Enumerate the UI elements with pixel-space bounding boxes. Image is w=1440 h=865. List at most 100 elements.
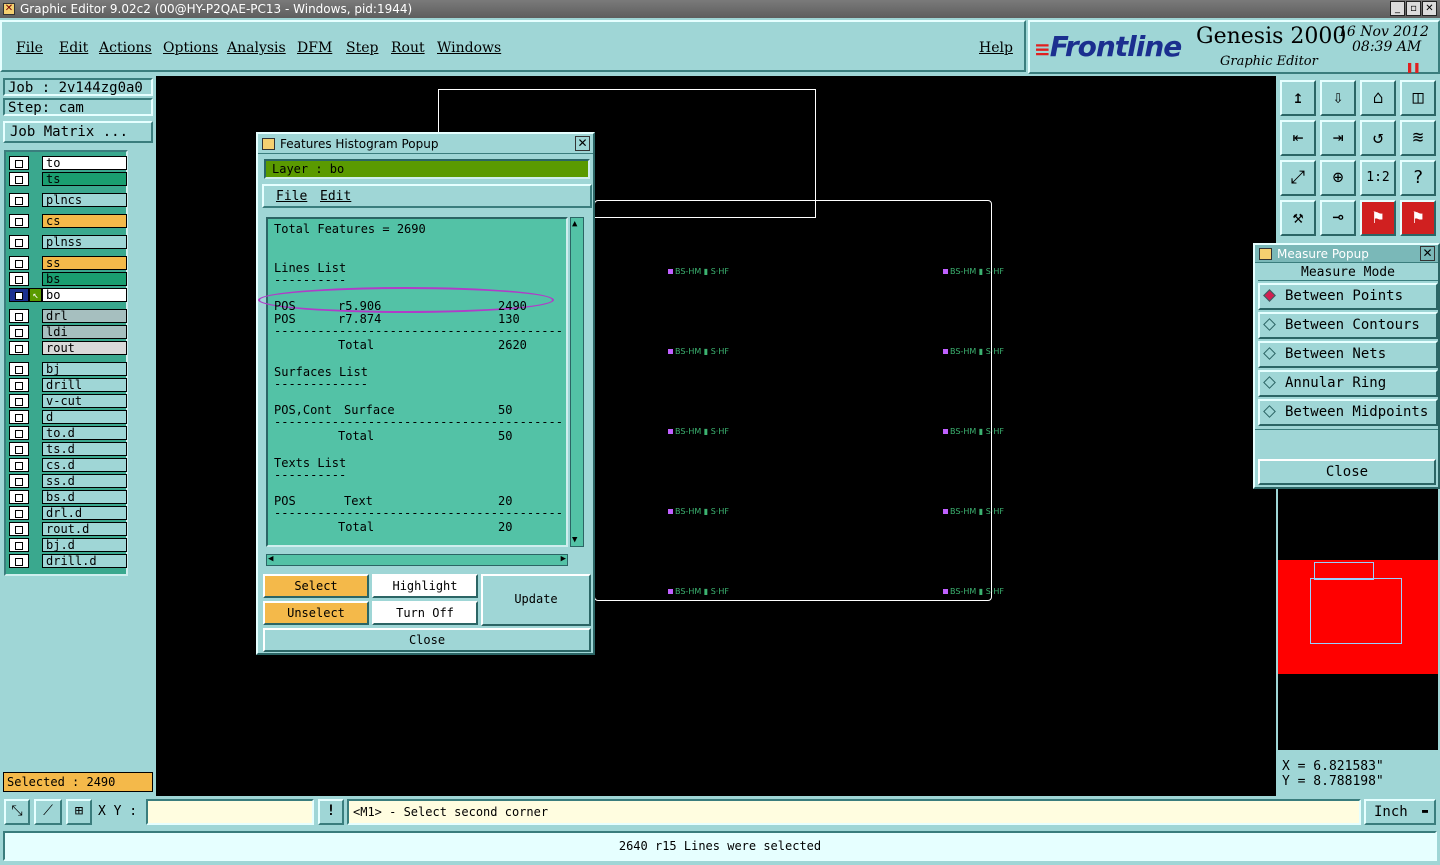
zoom-out-icon[interactable]: ⇩: [1320, 80, 1356, 116]
layer-checkbox[interactable]: [9, 378, 29, 392]
line-row-count[interactable]: 2490: [498, 299, 527, 313]
maximize-icon[interactable]: ▫: [1406, 1, 1421, 16]
layer-checkbox[interactable]: [9, 442, 29, 456]
menu-help[interactable]: Help: [979, 40, 1013, 56]
layer-checkbox[interactable]: [9, 394, 29, 408]
layer-checkbox[interactable]: [9, 172, 29, 186]
grid-icon[interactable]: ⊞: [66, 799, 92, 825]
layer-name[interactable]: bs: [42, 272, 127, 286]
layer-row-bj[interactable]: bj: [9, 362, 127, 376]
layer-row-plnss[interactable]: plnss: [9, 235, 127, 249]
snap-icon[interactable]: ⊸: [1320, 200, 1356, 236]
select-button[interactable]: Select: [263, 574, 369, 598]
measure-option[interactable]: Annular Ring: [1258, 370, 1438, 397]
layer-name[interactable]: rout.d: [42, 522, 127, 536]
scroll-down-icon[interactable]: ▼: [572, 535, 577, 545]
histogram-menu-file[interactable]: File: [276, 189, 307, 204]
layer-name[interactable]: cs: [42, 214, 127, 228]
line-row-pol[interactable]: POS: [274, 299, 296, 313]
layer-checkbox[interactable]: [9, 309, 29, 323]
display-b-icon[interactable]: ⚑: [1400, 200, 1436, 236]
layer-name[interactable]: bo: [42, 288, 127, 302]
menu-rout[interactable]: Rout: [391, 40, 425, 56]
layer-row-v-cut[interactable]: v-cut: [9, 394, 127, 408]
vertical-scrollbar[interactable]: ▲ ▼: [570, 217, 584, 547]
layer-name[interactable]: ss.d: [42, 474, 127, 488]
xy-input[interactable]: [146, 799, 314, 825]
layer-name[interactable]: rout: [42, 341, 127, 355]
layer-name[interactable]: drill: [42, 378, 127, 392]
menu-edit[interactable]: Edit: [59, 40, 88, 56]
layer-row-cs[interactable]: cs: [9, 214, 127, 228]
measure-icon[interactable]: ⟋: [34, 799, 62, 825]
turn-off-button[interactable]: Turn Off: [372, 601, 478, 625]
scroll-up-icon[interactable]: ▲: [572, 219, 577, 229]
scroll-left-icon[interactable]: ◀: [268, 554, 273, 564]
measure-option[interactable]: Between Points: [1258, 283, 1438, 310]
layer-checkbox[interactable]: [9, 490, 29, 504]
layer-row-to[interactable]: to: [9, 156, 127, 170]
layer-name[interactable]: bj: [42, 362, 127, 376]
layer-row-ldi[interactable]: ldi: [9, 325, 127, 339]
home-icon[interactable]: ⌂: [1360, 80, 1396, 116]
layer-row-bs.d[interactable]: bs.d: [9, 490, 127, 504]
layer-checkbox[interactable]: [9, 256, 29, 270]
layer-row-plncs[interactable]: plncs: [9, 193, 127, 207]
menu-options[interactable]: Options: [163, 40, 218, 56]
layer-row-cs.d[interactable]: cs.d: [9, 458, 127, 472]
close-icon[interactable]: ✕: [1422, 1, 1437, 16]
histogram-menu-edit[interactable]: Edit: [320, 189, 351, 204]
update-button[interactable]: Update: [481, 574, 591, 626]
layer-name[interactable]: drill.d: [42, 554, 127, 568]
pan-right-icon[interactable]: ⇥: [1320, 120, 1356, 156]
horizontal-scrollbar[interactable]: ◀ ▶: [266, 554, 568, 566]
zoom-center-icon[interactable]: ⊕: [1320, 160, 1356, 196]
zoom-home-icon[interactable]: ↥: [1280, 80, 1316, 116]
display-a-icon[interactable]: ⚑: [1360, 200, 1396, 236]
layer-name[interactable]: plncs: [42, 193, 127, 207]
menu-dfm[interactable]: DFM: [297, 40, 332, 56]
layer-checkbox[interactable]: [9, 554, 29, 568]
layer-row-ss.d[interactable]: ss.d: [9, 474, 127, 488]
highlight-button[interactable]: Highlight: [372, 574, 478, 598]
layer-checkbox[interactable]: [9, 474, 29, 488]
layer-row-bj.d[interactable]: bj.d: [9, 538, 127, 552]
line-row-symbol[interactable]: r5.906: [338, 299, 381, 313]
menu-step[interactable]: Step: [346, 40, 378, 56]
layer-name[interactable]: to.d: [42, 426, 127, 440]
layer-row-to.d[interactable]: to.d: [9, 426, 127, 440]
layer-row-rout.d[interactable]: rout.d: [9, 522, 127, 536]
split-view-icon[interactable]: ◫: [1400, 80, 1436, 116]
layer-name[interactable]: bj.d: [42, 538, 127, 552]
layer-checkbox[interactable]: [9, 458, 29, 472]
zoom-area-icon[interactable]: ⤡: [4, 799, 30, 825]
measure-close-button[interactable]: Close: [1258, 459, 1436, 485]
layer-checkbox[interactable]: [9, 272, 29, 286]
layer-row-rout[interactable]: rout: [9, 341, 127, 355]
overview-map[interactable]: [1278, 488, 1438, 750]
wrench-icon[interactable]: ⚒: [1280, 200, 1316, 236]
menu-file[interactable]: File: [16, 40, 43, 56]
measure-option[interactable]: Between Nets: [1258, 341, 1438, 368]
layer-name[interactable]: to: [42, 156, 127, 170]
pan-left-icon[interactable]: ⇤: [1280, 120, 1316, 156]
layer-checkbox[interactable]: [9, 506, 29, 520]
layer-name[interactable]: ts: [42, 172, 127, 186]
layer-name[interactable]: plnss: [42, 235, 127, 249]
layer-checkbox[interactable]: [9, 214, 29, 228]
layer-row-bo[interactable]: ↖ bo: [9, 288, 127, 302]
layer-row-ss[interactable]: ss: [9, 256, 127, 270]
unit-select[interactable]: Inch ▬: [1364, 799, 1436, 825]
layer-row-d[interactable]: d: [9, 410, 127, 424]
layer-checkbox[interactable]: [9, 288, 29, 302]
layer-checkbox[interactable]: [9, 341, 29, 355]
layer-checkbox[interactable]: [9, 193, 29, 207]
layer-checkbox[interactable]: [9, 235, 29, 249]
menu-actions[interactable]: Actions: [99, 40, 152, 56]
layer-name[interactable]: drl.d: [42, 506, 127, 520]
unselect-button[interactable]: Unselect: [263, 601, 369, 625]
scroll-right-icon[interactable]: ▶: [561, 554, 566, 564]
layer-row-ts[interactable]: ts: [9, 172, 127, 186]
layer-name[interactable]: v-cut: [42, 394, 127, 408]
layer-checkbox[interactable]: [9, 522, 29, 536]
